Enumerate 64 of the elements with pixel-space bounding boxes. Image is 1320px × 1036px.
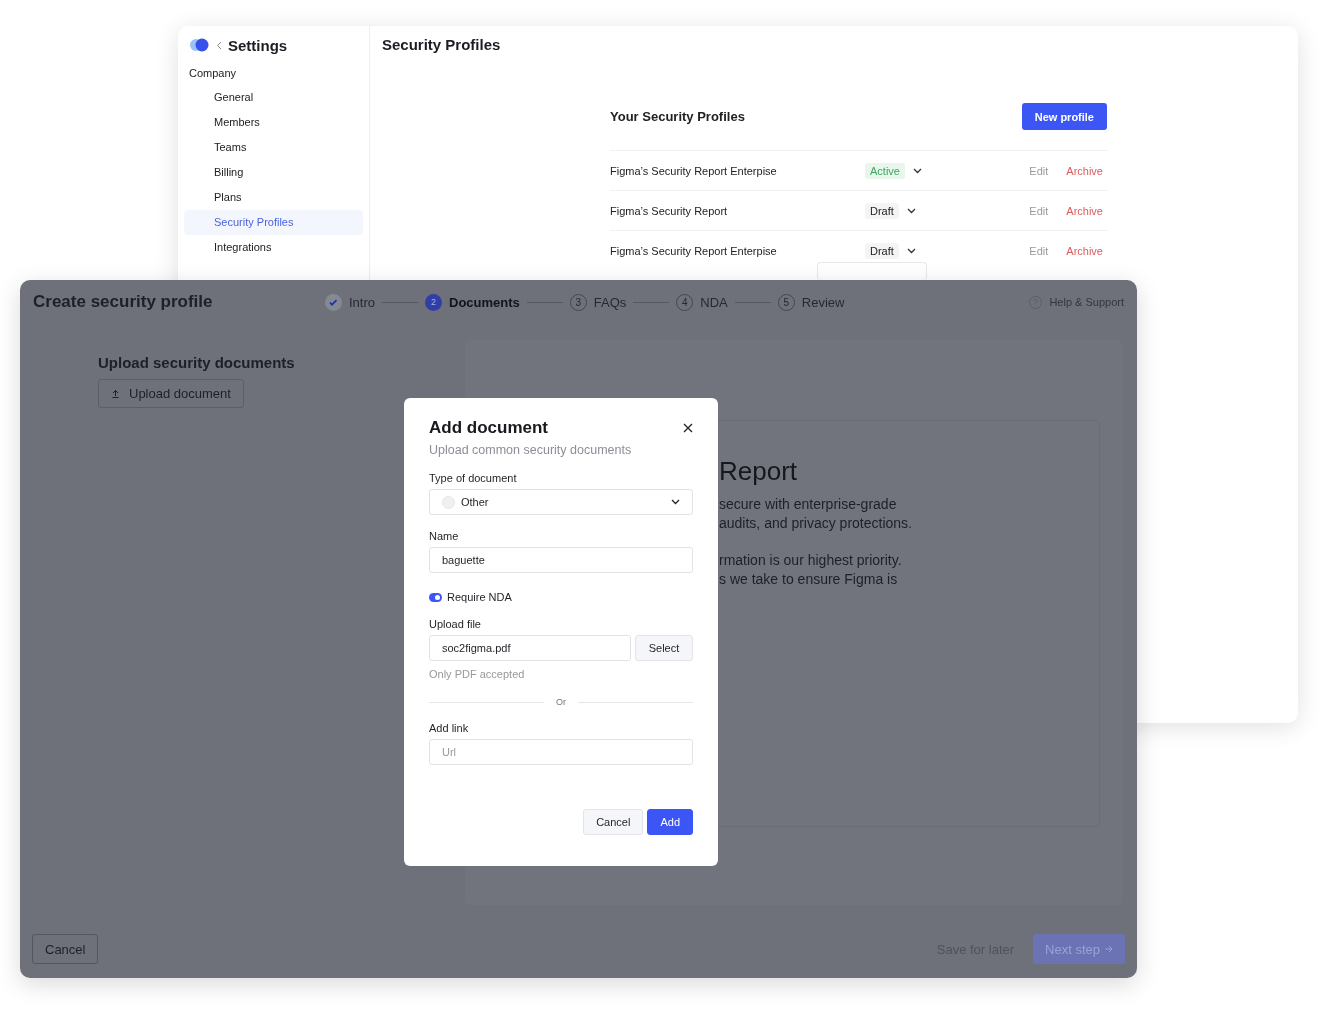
cancel-button[interactable]: Cancel [583,809,644,835]
close-icon[interactable] [683,423,693,433]
section-label: Company [189,67,238,79]
step-label[interactable]: Intro [349,294,375,310]
section-heading: Your Security Profiles [610,109,745,124]
document-type-select[interactable]: Other [429,489,693,515]
preview-title: Report [719,456,799,487]
name-field[interactable]: baguette [429,547,693,573]
chevron-down-icon [906,207,916,214]
edit-link[interactable]: Edit [1029,204,1049,217]
archive-link[interactable]: Archive [1066,164,1103,177]
chevron-down-icon [671,499,680,505]
page-title: Security Profiles [382,36,502,54]
edit-link[interactable]: Edit [1029,164,1049,177]
edit-link[interactable]: Edit [1029,244,1049,257]
sidebar-item[interactable]: Plans [184,185,363,210]
help-link[interactable]: Help & Support [1049,296,1124,308]
new-profile-button[interactable]: New profile [1021,103,1107,130]
logo-icon [189,38,210,52]
url-field[interactable]: Url [429,739,693,765]
arrow-right-icon [1105,945,1113,953]
toggle-label: Require NDA [447,591,512,603]
nda-toggle[interactable] [429,592,442,602]
step-number: 2 [425,293,442,311]
sidebar-item[interactable]: Billing [184,160,363,185]
archive-link[interactable]: Archive [1066,244,1103,257]
field-label: Upload file [429,618,482,630]
step-label[interactable]: NDA [700,294,728,310]
dialog-subtitle: Upload common security documents [429,443,633,457]
cancel-button[interactable]: Cancel [32,934,99,964]
step-label[interactable]: FAQs [593,294,627,310]
status-badge[interactable]: Draft [865,242,899,259]
preview-paragraph: secure with enterprise-grade audits, and privacy protections. [719,495,913,533]
upload-button[interactable]: Upload document [98,379,244,408]
back-chevron-icon[interactable] [216,40,222,50]
field-label: Type of document [429,472,518,484]
status-badge[interactable]: Active [865,162,905,179]
select-button[interactable]: Select [635,635,693,661]
sidebar-item[interactable]: Security Profiles [184,210,363,235]
wizard-title: Create security profile [33,292,214,312]
sidebar-item[interactable]: Integrations [184,235,363,260]
sidebar-item[interactable]: General [184,85,363,110]
sidebar-item[interactable]: Members [184,110,363,135]
field-label: Add link [429,722,470,734]
upload-icon [111,389,120,398]
dialog-title: Add document [429,418,548,438]
step-label[interactable]: Review [801,294,845,310]
chevron-down-icon [906,247,916,254]
sidebar-item[interactable]: Teams [184,135,363,160]
preview-paragraph: rmation is our highest priority. s we take to ensure Figma is [719,551,903,589]
status-badge[interactable]: Draft [865,202,899,219]
file-field[interactable]: soc2figma.pdf [429,635,631,661]
settings-title: Settings [228,36,288,54]
file-hint: Only PDF accepted [429,668,526,680]
chevron-down-icon [912,167,922,174]
archive-link[interactable]: Archive [1066,204,1103,217]
section-title: Upload security documents [98,354,296,371]
profile-name: Figma’s Security Report [610,204,729,217]
profile-name: Figma’s Security Report Enterpise [610,244,778,257]
profile-name: Figma’s Security Report Enterpise [610,164,778,177]
field-label: Name [429,530,460,542]
divider-label: Or [556,697,566,707]
add-button[interactable]: Add [647,809,693,835]
step-label[interactable]: Documents [449,294,520,310]
